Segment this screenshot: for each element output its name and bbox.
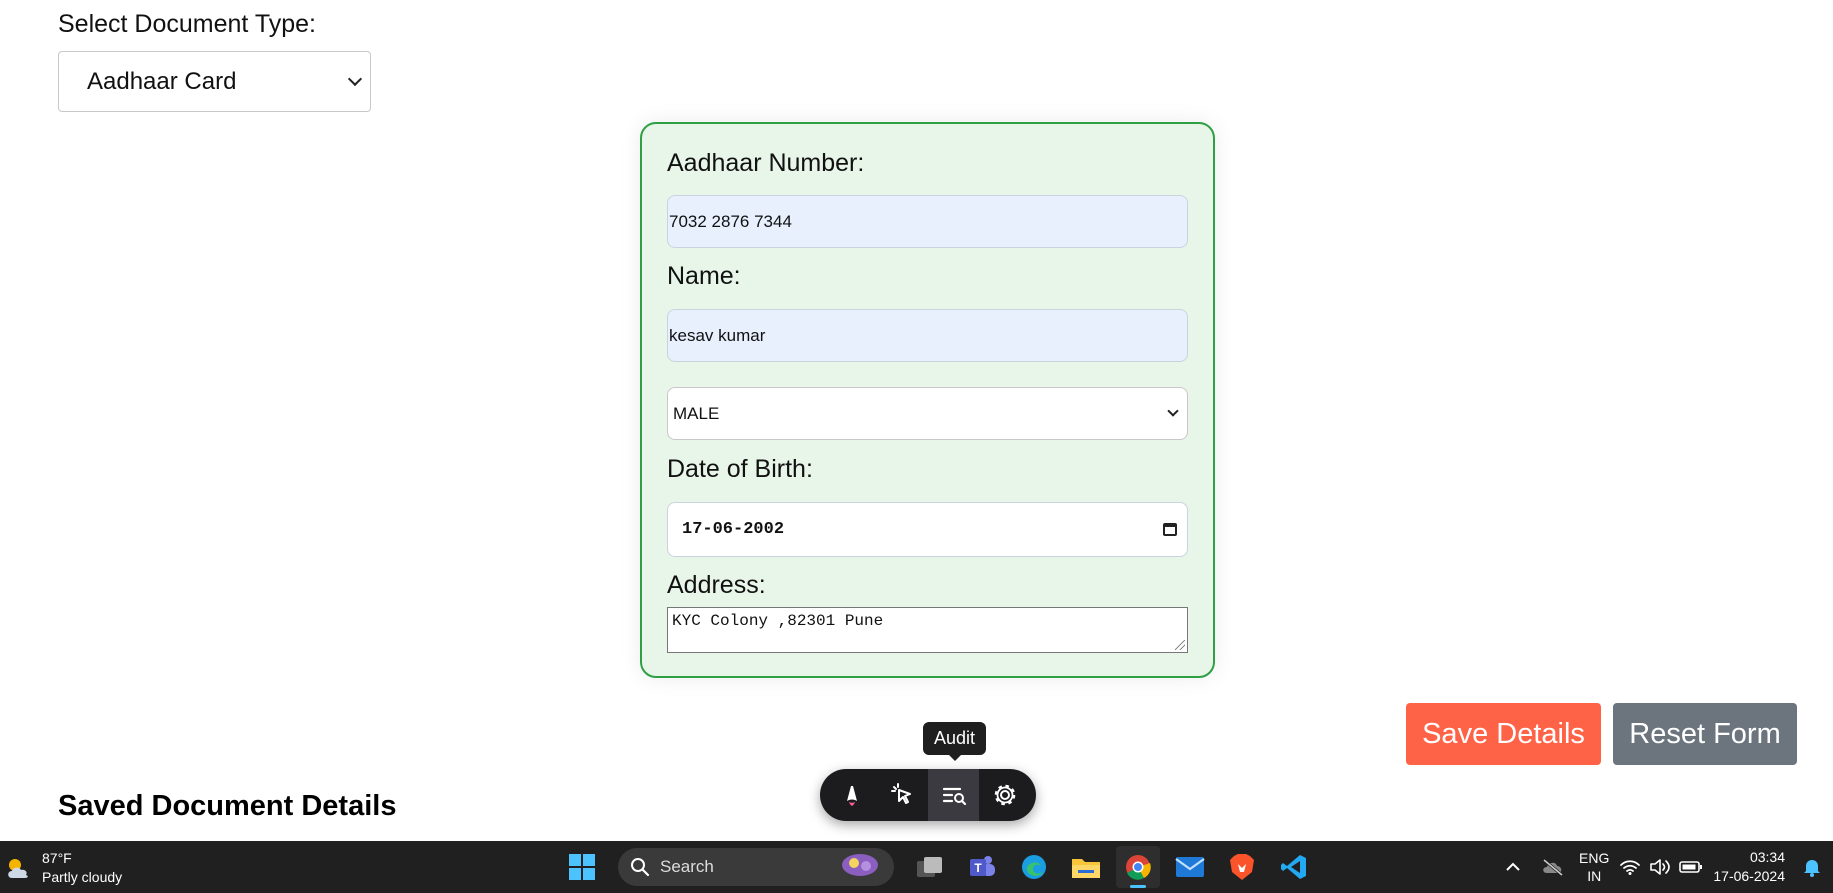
audit-icon[interactable] <box>928 769 979 821</box>
resize-handle-icon[interactable] <box>1175 640 1185 650</box>
document-type-selected-value: Aadhaar Card <box>87 67 237 95</box>
dob-label: Date of Birth: <box>667 455 813 483</box>
weather-temperature: 87°F <box>42 850 72 866</box>
name-input[interactable]: kesav kumar <box>667 309 1188 362</box>
gender-select[interactable]: MALE <box>667 387 1188 440</box>
audit-tooltip: Audit <box>923 722 986 761</box>
document-form-card: Aadhaar Number: 7032 2876 7344 Name: kes… <box>640 122 1215 678</box>
teams-icon[interactable]: T <box>960 846 1004 888</box>
aadhaar-number-input[interactable]: 7032 2876 7344 <box>667 195 1188 248</box>
save-details-button[interactable]: Save Details <box>1406 703 1601 765</box>
notification-bell-icon[interactable] <box>1799 846 1825 888</box>
windows-start-icon[interactable] <box>560 846 604 888</box>
volume-icon <box>1650 859 1671 875</box>
partly-cloudy-icon <box>4 856 34 880</box>
task-view-icon[interactable] <box>908 846 952 888</box>
dob-date-input[interactable]: 17-06-2002 <box>667 502 1188 557</box>
dob-value: 17-06-2002 <box>682 520 785 539</box>
file-explorer-icon[interactable] <box>1064 846 1108 888</box>
language-indicator[interactable]: ENG IN <box>1579 849 1609 885</box>
address-label: Address: <box>667 571 766 599</box>
region-code: IN <box>1587 868 1602 884</box>
dev-toolbar <box>820 769 1036 821</box>
weather-description: Partly cloudy <box>42 869 123 885</box>
svg-text:T: T <box>974 861 982 875</box>
gender-selected-value: MALE <box>673 403 720 423</box>
search-icon <box>631 858 650 877</box>
vscode-icon[interactable] <box>1272 846 1316 888</box>
search-highlight-icon <box>838 850 882 885</box>
saved-documents-heading: Saved Document Details <box>58 790 397 822</box>
reset-form-button[interactable]: Reset Form <box>1613 703 1797 765</box>
onedrive-offline-icon[interactable] <box>1537 846 1569 888</box>
calendar-icon[interactable] <box>1163 523 1177 536</box>
system-tray: ENG IN 03:34 17-06-2024 <box>1499 841 1833 893</box>
chrome-icon[interactable] <box>1116 846 1160 888</box>
name-label: Name: <box>667 262 741 290</box>
battery-icon <box>1679 861 1703 873</box>
clock-time: 03:34 <box>1749 849 1785 865</box>
address-textarea[interactable]: KYC Colony ,82301 Pune <box>667 607 1188 653</box>
astro-logo-icon[interactable] <box>826 769 877 821</box>
weather-widget[interactable]: 87°F Partly cloudy <box>4 849 122 887</box>
clock-date: 17-06-2024 <box>1713 868 1785 884</box>
wifi-icon <box>1620 860 1641 875</box>
mail-icon[interactable] <box>1168 846 1212 888</box>
quick-settings[interactable] <box>1619 858 1703 876</box>
taskbar-search[interactable]: Search <box>618 848 894 886</box>
search-placeholder: Search <box>660 857 714 876</box>
taskbar-apps: Search T <box>560 846 1316 888</box>
settings-gear-icon[interactable] <box>979 769 1030 821</box>
address-value: KYC Colony ,82301 Pune <box>672 612 884 630</box>
page: Select Document Type: Aadhaar Card Aadha… <box>0 0 1833 893</box>
chevron-down-icon <box>1167 405 1179 417</box>
chevron-up-icon[interactable] <box>1499 846 1527 888</box>
edge-icon[interactable] <box>1012 846 1056 888</box>
language-code: ENG <box>1579 850 1610 866</box>
chevron-down-icon <box>347 71 363 87</box>
document-type-select[interactable]: Aadhaar Card <box>58 51 371 112</box>
brave-icon[interactable] <box>1220 846 1264 888</box>
aadhaar-number-label: Aadhaar Number: <box>667 149 865 177</box>
taskbar: 87°F Partly cloudy Search T ENG IN 03:34… <box>0 841 1833 893</box>
inspect-cursor-icon[interactable] <box>877 769 928 821</box>
document-type-label: Select Document Type: <box>58 10 317 38</box>
clock[interactable]: 03:34 17-06-2024 <box>1713 848 1789 886</box>
